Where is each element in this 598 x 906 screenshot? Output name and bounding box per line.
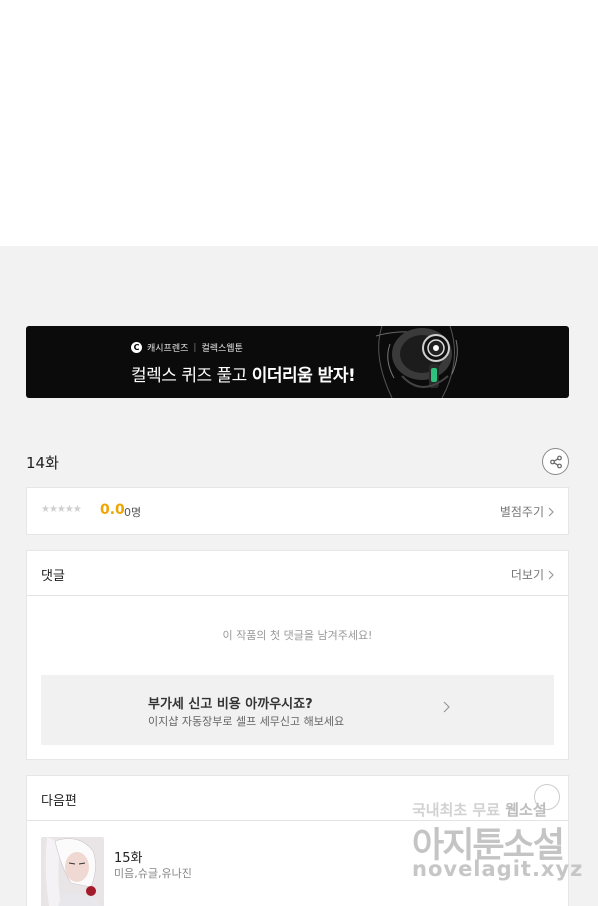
comments-panel: 댓글 더보기 이 작품의 첫 댓글을 남겨주세요! 부가세 신고 비용 아까우시… — [26, 550, 569, 760]
episode-thumbnail-image — [41, 837, 104, 906]
rate-button-label: 별점주기 — [499, 505, 544, 519]
comments-more-button[interactable]: 더보기 — [511, 566, 554, 583]
banner-brand-separator: | — [193, 342, 197, 353]
comments-more-label: 더보기 — [510, 568, 544, 582]
rating-stars: ★★★★★ — [41, 504, 82, 515]
rating-count: 0명 — [124, 506, 142, 519]
cashfriends-logo-icon: C — [131, 342, 142, 353]
content-blank-area — [0, 0, 598, 246]
share-button[interactable] — [542, 448, 569, 475]
banner-headline-part1: 컬렉스 퀴즈 풀고 — [131, 366, 252, 386]
next-episode-authors: 미음,슈글,유나진 — [114, 867, 192, 880]
banner-brand: C 캐시프렌즈 | 컬렉스웹툰 — [131, 341, 243, 354]
next-episode-title[interactable]: 15화 — [114, 847, 143, 866]
share-icon — [549, 455, 562, 468]
ad-subtitle: 이지샵 자동장부로 셀프 세무신고 해보세요 — [148, 715, 345, 728]
chevron-right-icon — [548, 507, 554, 516]
comments-header: 댓글 더보기 — [27, 551, 568, 596]
ad-title: 부가세 신고 비용 아까우시죠? — [148, 697, 313, 712]
episode-title: 14화 — [26, 454, 59, 472]
watermark-url: novelagit.xyz — [412, 857, 584, 881]
comments-title: 댓글 — [41, 569, 65, 584]
promo-banner[interactable]: C 캐시프렌즈 | 컬렉스웹툰 컬렉스 퀴즈 풀고 이더리움 받자! — [26, 326, 569, 398]
rating-score: 0.0 — [100, 502, 125, 518]
rating-panel: ★★★★★ 0.0 0명 별점주기 — [26, 487, 569, 535]
banner-partner-name: 컬렉스웹툰 — [201, 344, 243, 354]
tax-ad-banner[interactable]: 부가세 신고 비용 아까우시죠? 이지샵 자동장부로 셀프 세무신고 해보세요 — [41, 675, 554, 745]
rate-button[interactable]: 별점주기 — [500, 503, 554, 520]
site-watermark: 국내최초 무료 웹소설 아지툰소설 novelagit.xyz — [410, 782, 584, 892]
banner-headline: 컬렉스 퀴즈 풀고 이더리움 받자! — [131, 361, 356, 386]
cyborg-illustration — [362, 326, 466, 398]
banner-headline-part2: 이더리움 받자! — [251, 366, 356, 386]
chevron-right-icon — [548, 570, 554, 579]
chevron-right-icon — [443, 701, 450, 713]
banner-brand-name: 캐시프렌즈 — [147, 344, 189, 354]
next-episode-thumbnail[interactable] — [41, 837, 104, 906]
next-episode-heading: 다음편 — [41, 794, 77, 809]
comments-empty-message: 이 작품의 첫 댓글을 남겨주세요! — [222, 629, 373, 642]
